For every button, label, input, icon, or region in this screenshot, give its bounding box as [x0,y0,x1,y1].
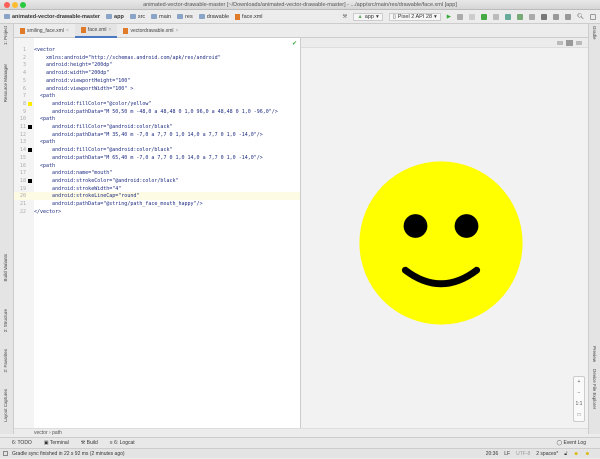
status-bar: Gradle sync finished in 22 s 92 ms (2 mi… [0,448,600,458]
tool-build[interactable]: ⚒ Build [81,440,98,446]
smiley-face-image [356,158,526,328]
run-icon[interactable]: ▶ [447,14,451,20]
right-tool-strip: Gradle Preview Device File Explorer [588,24,600,434]
xml-file-icon [20,28,25,34]
settings-icon[interactable] [590,14,596,20]
close-tab-icon: × [66,28,69,34]
sdk-manager-icon[interactable] [529,14,535,20]
sync-icon[interactable] [505,14,511,20]
device-select[interactable]: ▯Pixel 2 API 28▾ [389,13,441,21]
crumb-res[interactable]: res [177,14,193,20]
xml-file-icon [123,28,128,34]
color-swatch-icon[interactable] [28,179,32,183]
crumb-file[interactable]: face.xml [235,14,262,20]
zoom-out-button[interactable]: − [574,388,584,399]
tool-resource-manager[interactable]: Resource Manager [3,64,8,102]
zoom-controls: + − 1:1 □ [573,376,585,422]
tool-device-file-explorer[interactable]: Device File Explorer [592,369,597,409]
color-swatch-icon[interactable] [28,125,32,129]
right-eye [455,214,479,238]
color-swatch-icon[interactable] [28,148,32,152]
tool-favorites[interactable]: 2: Favorites [3,349,8,373]
xml-file-icon [81,27,86,33]
avd-manager-icon[interactable] [517,14,523,20]
code-text: </vector> [34,208,61,216]
split-view-icon[interactable] [566,40,573,46]
xml-breadcrumb: vector › path [14,428,588,437]
crumb-src[interactable]: src [130,14,145,20]
close-button[interactable] [4,2,10,8]
design-view-icon[interactable] [576,41,582,45]
status-message: Gradle sync finished in 22 s 92 ms (2 mi… [12,451,125,457]
line-number: 22 [14,208,26,216]
zoom-in-button[interactable]: + [574,377,584,388]
crumb-vector[interactable]: vector [34,430,48,436]
tool-todo[interactable]: 6: TODO [12,440,32,446]
tool-preview[interactable]: Preview [592,346,597,362]
hammer-icon[interactable]: ⚒ [342,14,347,20]
code-line[interactable]: 22 </vector> [14,208,301,216]
crumb-path[interactable]: path [52,430,62,436]
color-swatch-icon[interactable] [28,102,32,106]
editor-tabs: smiling_face.xml× face.xml× vectordrawab… [14,24,588,38]
tab-face[interactable]: face.xml× [75,24,118,38]
tool-gradle[interactable]: Gradle [592,26,597,40]
profile-icon[interactable] [469,14,475,20]
device-manager-icon[interactable] [565,14,571,20]
project-structure-icon[interactable] [541,14,547,20]
crumb-main[interactable]: main [151,14,171,20]
drawable-preview: + − 1:1 □ [301,38,588,428]
maximize-button[interactable] [20,2,26,8]
window-title: animated-vector-drawable-master [~/Downl… [143,2,457,8]
minimize-button[interactable] [12,2,18,8]
tool-project[interactable]: 1: Project [3,26,8,45]
crumb-app[interactable]: app [106,14,124,20]
actual-size-button[interactable]: 1:1 [574,399,584,410]
title-bar: animated-vector-drawable-master [~/Downl… [0,0,600,10]
search-icon[interactable]: 🔍︎ [577,14,584,20]
face-circle [359,161,522,324]
tool-layout-captures[interactable]: Layout Captures [3,389,8,422]
crumb-project[interactable]: animated-vector-drawable-master [4,14,100,20]
tool-terminal[interactable]: ▣ Terminal [44,440,69,446]
run-config-select[interactable]: ▲app▾ [353,13,382,21]
close-tab-icon: × [109,27,112,33]
preview-toolbar [301,38,588,48]
close-tab-icon: × [176,28,179,34]
tab-vectordrawable[interactable]: vectordrawable.xml× [117,24,184,38]
attach-debugger-icon[interactable] [493,14,499,20]
tool-event-log[interactable]: ◯ Event Log [556,440,586,446]
left-tool-strip: 1: Project Resource Manager Build Varian… [0,24,14,434]
tool-logcat[interactable]: ≡ 6: Logcat [110,440,135,446]
status-toggle-icon[interactable] [3,451,8,456]
layout-inspector-icon[interactable] [553,14,559,20]
debug-icon[interactable] [457,14,463,20]
tool-window-bar: 6: TODO ▣ Terminal ⚒ Build ≡ 6: Logcat ◯… [0,437,600,448]
navigation-bar: animated-vector-drawable-master app src … [0,10,600,24]
android-icon: ▲ [357,14,362,20]
tool-structure[interactable]: 2: Structure [3,309,8,332]
tab-smiling-face[interactable]: smiling_face.xml× [14,24,75,38]
apply-changes-icon[interactable] [481,14,487,20]
code-editor[interactable]: ✔ 1<vector2 xmlns:android="http://schema… [14,38,301,428]
fit-screen-button[interactable]: □ [574,410,584,421]
tool-build-variants[interactable]: Build Variants [3,254,8,281]
left-eye [404,214,428,238]
code-view-icon[interactable] [557,41,563,45]
crumb-drawable[interactable]: drawable [199,14,229,20]
phone-icon: ▯ [393,14,396,20]
